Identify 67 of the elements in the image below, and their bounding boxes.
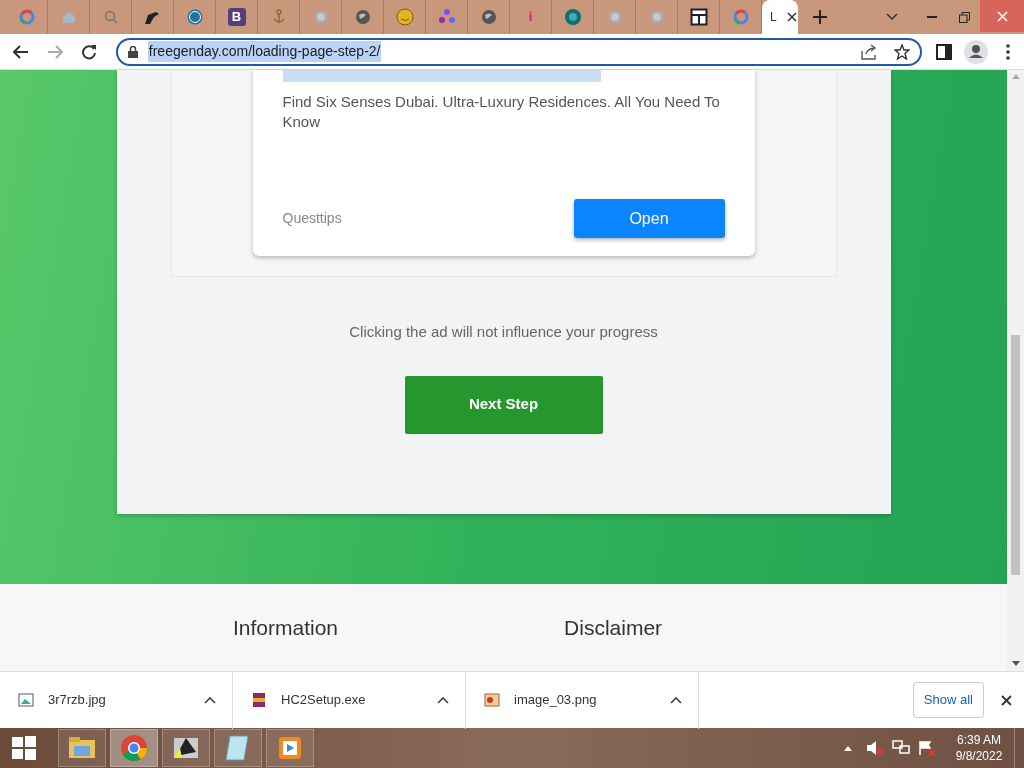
chevron-up-icon[interactable] [670,696,682,704]
windows-logo-icon [12,736,36,760]
ring-badge-icon [563,8,582,26]
globe-icon [606,9,623,25]
tab-glyph-icon: B [227,8,246,26]
share-icon[interactable] [860,43,879,60]
taskbar-app[interactable] [266,729,314,767]
next-step-button[interactable]: Next Step [404,375,603,434]
globe-icon [648,9,665,25]
lock-icon [127,45,138,58]
menu-icon [1006,43,1011,60]
wordpress-icon [186,9,203,25]
flag-icon[interactable] [918,740,936,756]
taskbar-app[interactable] [162,729,210,767]
address-bar[interactable]: freegenday.com/loading-page-step-2/ [115,37,923,66]
restore-icon [958,11,970,23]
globe-icon [312,9,329,25]
scrollbar[interactable] [1007,70,1024,671]
image-file-icon [484,692,500,708]
scroll-thumb[interactable] [1011,335,1020,575]
tray-arrow-icon[interactable] [844,745,852,751]
url-text: freegenday.com/loading-page-step-2/ [147,41,382,62]
minimize-icon [927,16,937,18]
ad-description: Find Six Senses Dubai. Ultra-Luxury Residences. All You Need To Know [282,92,721,132]
file-name: image_03.png [514,691,598,710]
globe-icon [480,9,497,25]
clock-date[interactable]: 9/8/2022 [944,748,1014,764]
image-file-icon [18,692,34,708]
network-icon[interactable] [892,740,910,756]
chevron-up-icon[interactable] [204,696,216,704]
advertiser-name: Questtips [282,209,342,228]
file-name: HC2Setup.exe [281,691,367,710]
chevron-down-icon [886,13,898,21]
browser-tab[interactable]: L [762,0,798,34]
chrome-icon [118,732,150,764]
muted-speaker-icon[interactable] [866,740,884,756]
side-panel-icon [936,43,953,60]
table-icon [689,8,708,26]
forward-arrow-icon [46,44,63,59]
reload-icon [80,43,97,60]
multicolor-ring-icon [732,9,749,25]
close-icon[interactable] [786,12,797,22]
close-icon [1000,694,1012,706]
scroll-up-icon[interactable] [1011,74,1020,79]
scroll-down-icon[interactable] [1011,661,1020,666]
smiley-icon [395,8,414,26]
ad-notice: Clicking the ad will not influence your progress [349,322,658,342]
footer-heading: Information [233,615,339,641]
globe-icon [354,9,371,25]
show-all-button[interactable]: Show all [912,682,984,718]
person-icon [964,39,989,64]
archive-icon [251,692,267,708]
multicolor-ring-icon [18,9,35,25]
search-icon [102,9,119,25]
clock-time[interactable]: 6:39 AM [944,732,1014,748]
open-button[interactable]: Open [573,199,725,238]
back-arrow-icon [12,44,29,59]
file-name: 3r7rzb.jpg [48,691,107,710]
tab-glyph-icon: i [521,8,540,26]
chevron-up-icon[interactable] [437,696,449,704]
house-icon [60,9,77,25]
star-icon[interactable] [894,43,911,60]
footer-heading: Disclaimer [564,615,663,641]
plus-icon [813,10,827,24]
anchor-icon [270,9,287,25]
close-icon [996,10,1008,22]
dots-icon [437,8,456,26]
